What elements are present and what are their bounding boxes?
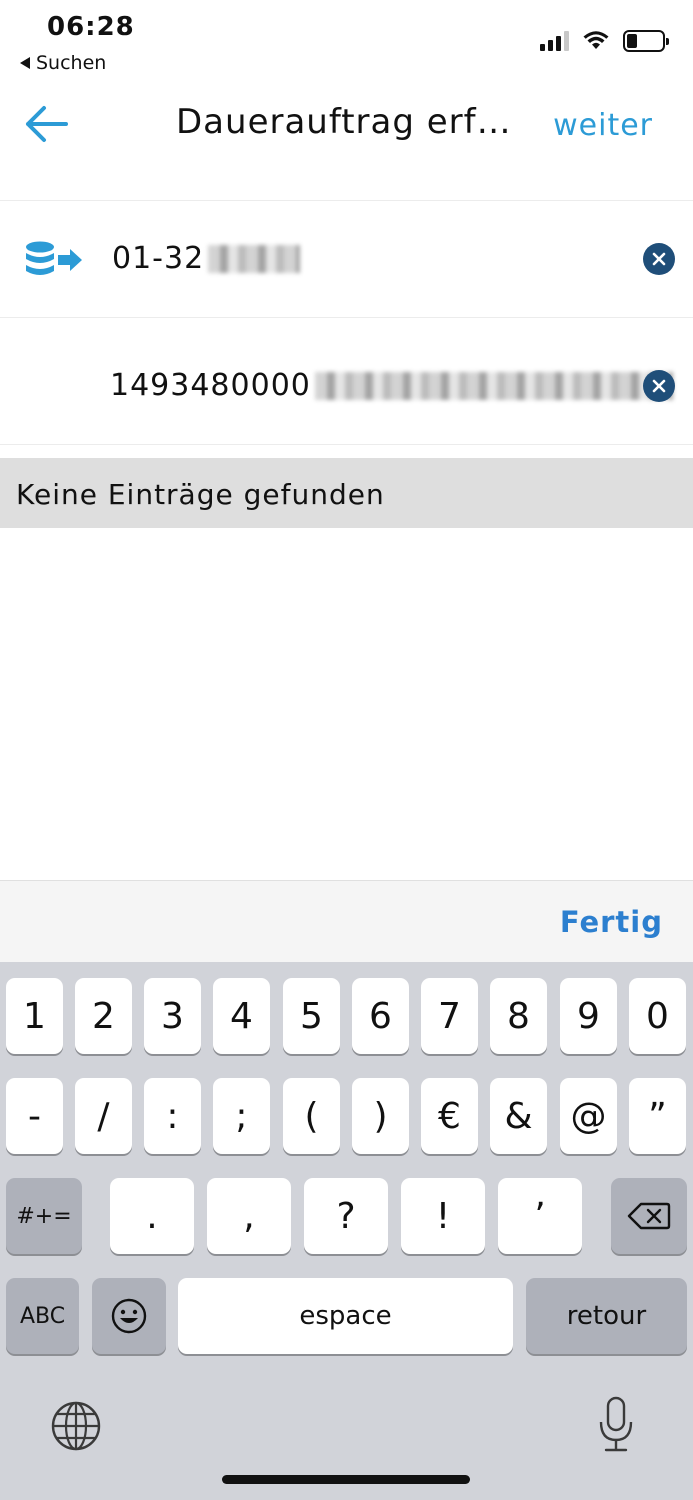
iban-value: 1493480000 xyxy=(110,368,311,403)
return-key[interactable]: retour xyxy=(526,1278,687,1354)
key-4[interactable]: 4 xyxy=(213,978,270,1054)
abc-key[interactable]: ABC xyxy=(6,1278,79,1354)
key-apostrophe[interactable]: ’ xyxy=(498,1178,582,1254)
battery-icon xyxy=(623,30,669,52)
status-icons xyxy=(540,30,669,52)
key-3[interactable]: 3 xyxy=(144,978,201,1054)
emoji-icon xyxy=(111,1298,147,1334)
key-ampersand[interactable]: & xyxy=(490,1078,547,1154)
key-8[interactable]: 8 xyxy=(490,978,547,1054)
key-0[interactable]: 0 xyxy=(629,978,686,1054)
redacted-area xyxy=(314,371,673,400)
key-exclamation[interactable]: ! xyxy=(401,1178,485,1254)
globe-button[interactable] xyxy=(50,1400,102,1452)
key-quote[interactable]: ” xyxy=(629,1078,686,1154)
backspace-icon xyxy=(627,1202,671,1230)
home-indicator[interactable] xyxy=(222,1475,470,1484)
clear-x-icon xyxy=(652,252,666,266)
key-period[interactable]: . xyxy=(110,1178,194,1254)
key-comma[interactable]: , xyxy=(207,1178,291,1254)
page-title: Dauerauftrag erf… xyxy=(176,102,512,142)
account-value: 01-32 xyxy=(112,241,205,276)
iban-field-row[interactable]: 1493480000 xyxy=(0,328,693,444)
account-field-row[interactable]: 01-32 xyxy=(0,201,693,317)
key-slash[interactable]: / xyxy=(75,1078,132,1154)
key-7[interactable]: 7 xyxy=(421,978,478,1054)
key-1[interactable]: 1 xyxy=(6,978,63,1054)
arrow-left-icon xyxy=(26,106,68,142)
dictation-button[interactable] xyxy=(598,1396,634,1454)
coin-stack-transfer-icon xyxy=(26,241,82,275)
redacted-area xyxy=(208,244,301,273)
key-euro[interactable]: € xyxy=(421,1078,478,1154)
nav-bar: Dauerauftrag erf… weiter xyxy=(0,80,693,200)
microphone-icon xyxy=(599,1396,633,1452)
key-5[interactable]: 5 xyxy=(283,978,340,1054)
key-9[interactable]: 9 xyxy=(560,978,617,1054)
key-paren-close[interactable]: ) xyxy=(352,1078,409,1154)
key-dash[interactable]: - xyxy=(6,1078,63,1154)
next-button[interactable]: weiter xyxy=(553,108,653,143)
back-button[interactable] xyxy=(24,104,70,144)
no-results-bar: Keine Einträge gefunden xyxy=(0,458,693,528)
back-triangle-icon xyxy=(20,57,30,69)
key-paren-open[interactable]: ( xyxy=(283,1078,340,1154)
backspace-key[interactable] xyxy=(611,1178,687,1254)
clear-x-icon xyxy=(652,379,666,393)
clear-iban-button[interactable] xyxy=(643,370,675,402)
divider xyxy=(0,317,693,318)
status-back-link[interactable]: Suchen xyxy=(20,52,106,74)
globe-icon xyxy=(51,1401,101,1451)
keyboard: 1 2 3 4 5 6 7 8 9 0 - / : ; ( ) € & @ ” … xyxy=(0,962,693,1500)
key-2[interactable]: 2 xyxy=(75,978,132,1054)
key-6[interactable]: 6 xyxy=(352,978,409,1054)
status-bar: 06:28 Suchen xyxy=(0,0,693,80)
account-input[interactable]: 01-32 xyxy=(112,241,301,276)
cellular-signal-icon xyxy=(540,31,569,51)
key-question[interactable]: ? xyxy=(304,1178,388,1254)
emoji-key[interactable] xyxy=(92,1278,166,1354)
space-key[interactable]: espace xyxy=(178,1278,513,1354)
clear-account-button[interactable] xyxy=(643,243,675,275)
divider xyxy=(0,444,693,445)
key-at[interactable]: @ xyxy=(560,1078,617,1154)
wifi-icon xyxy=(583,31,609,49)
key-symbols-toggle[interactable]: #+= xyxy=(6,1178,82,1254)
iban-input[interactable]: 1493480000 xyxy=(110,368,673,403)
key-semicolon[interactable]: ; xyxy=(213,1078,270,1154)
no-results-text: Keine Einträge gefunden xyxy=(16,478,385,511)
status-time: 06:28 xyxy=(47,12,135,42)
keyboard-toolbar: Fertig xyxy=(0,880,693,962)
done-button[interactable]: Fertig xyxy=(560,905,663,939)
status-back-label: Suchen xyxy=(36,52,107,74)
key-colon[interactable]: : xyxy=(144,1078,201,1154)
